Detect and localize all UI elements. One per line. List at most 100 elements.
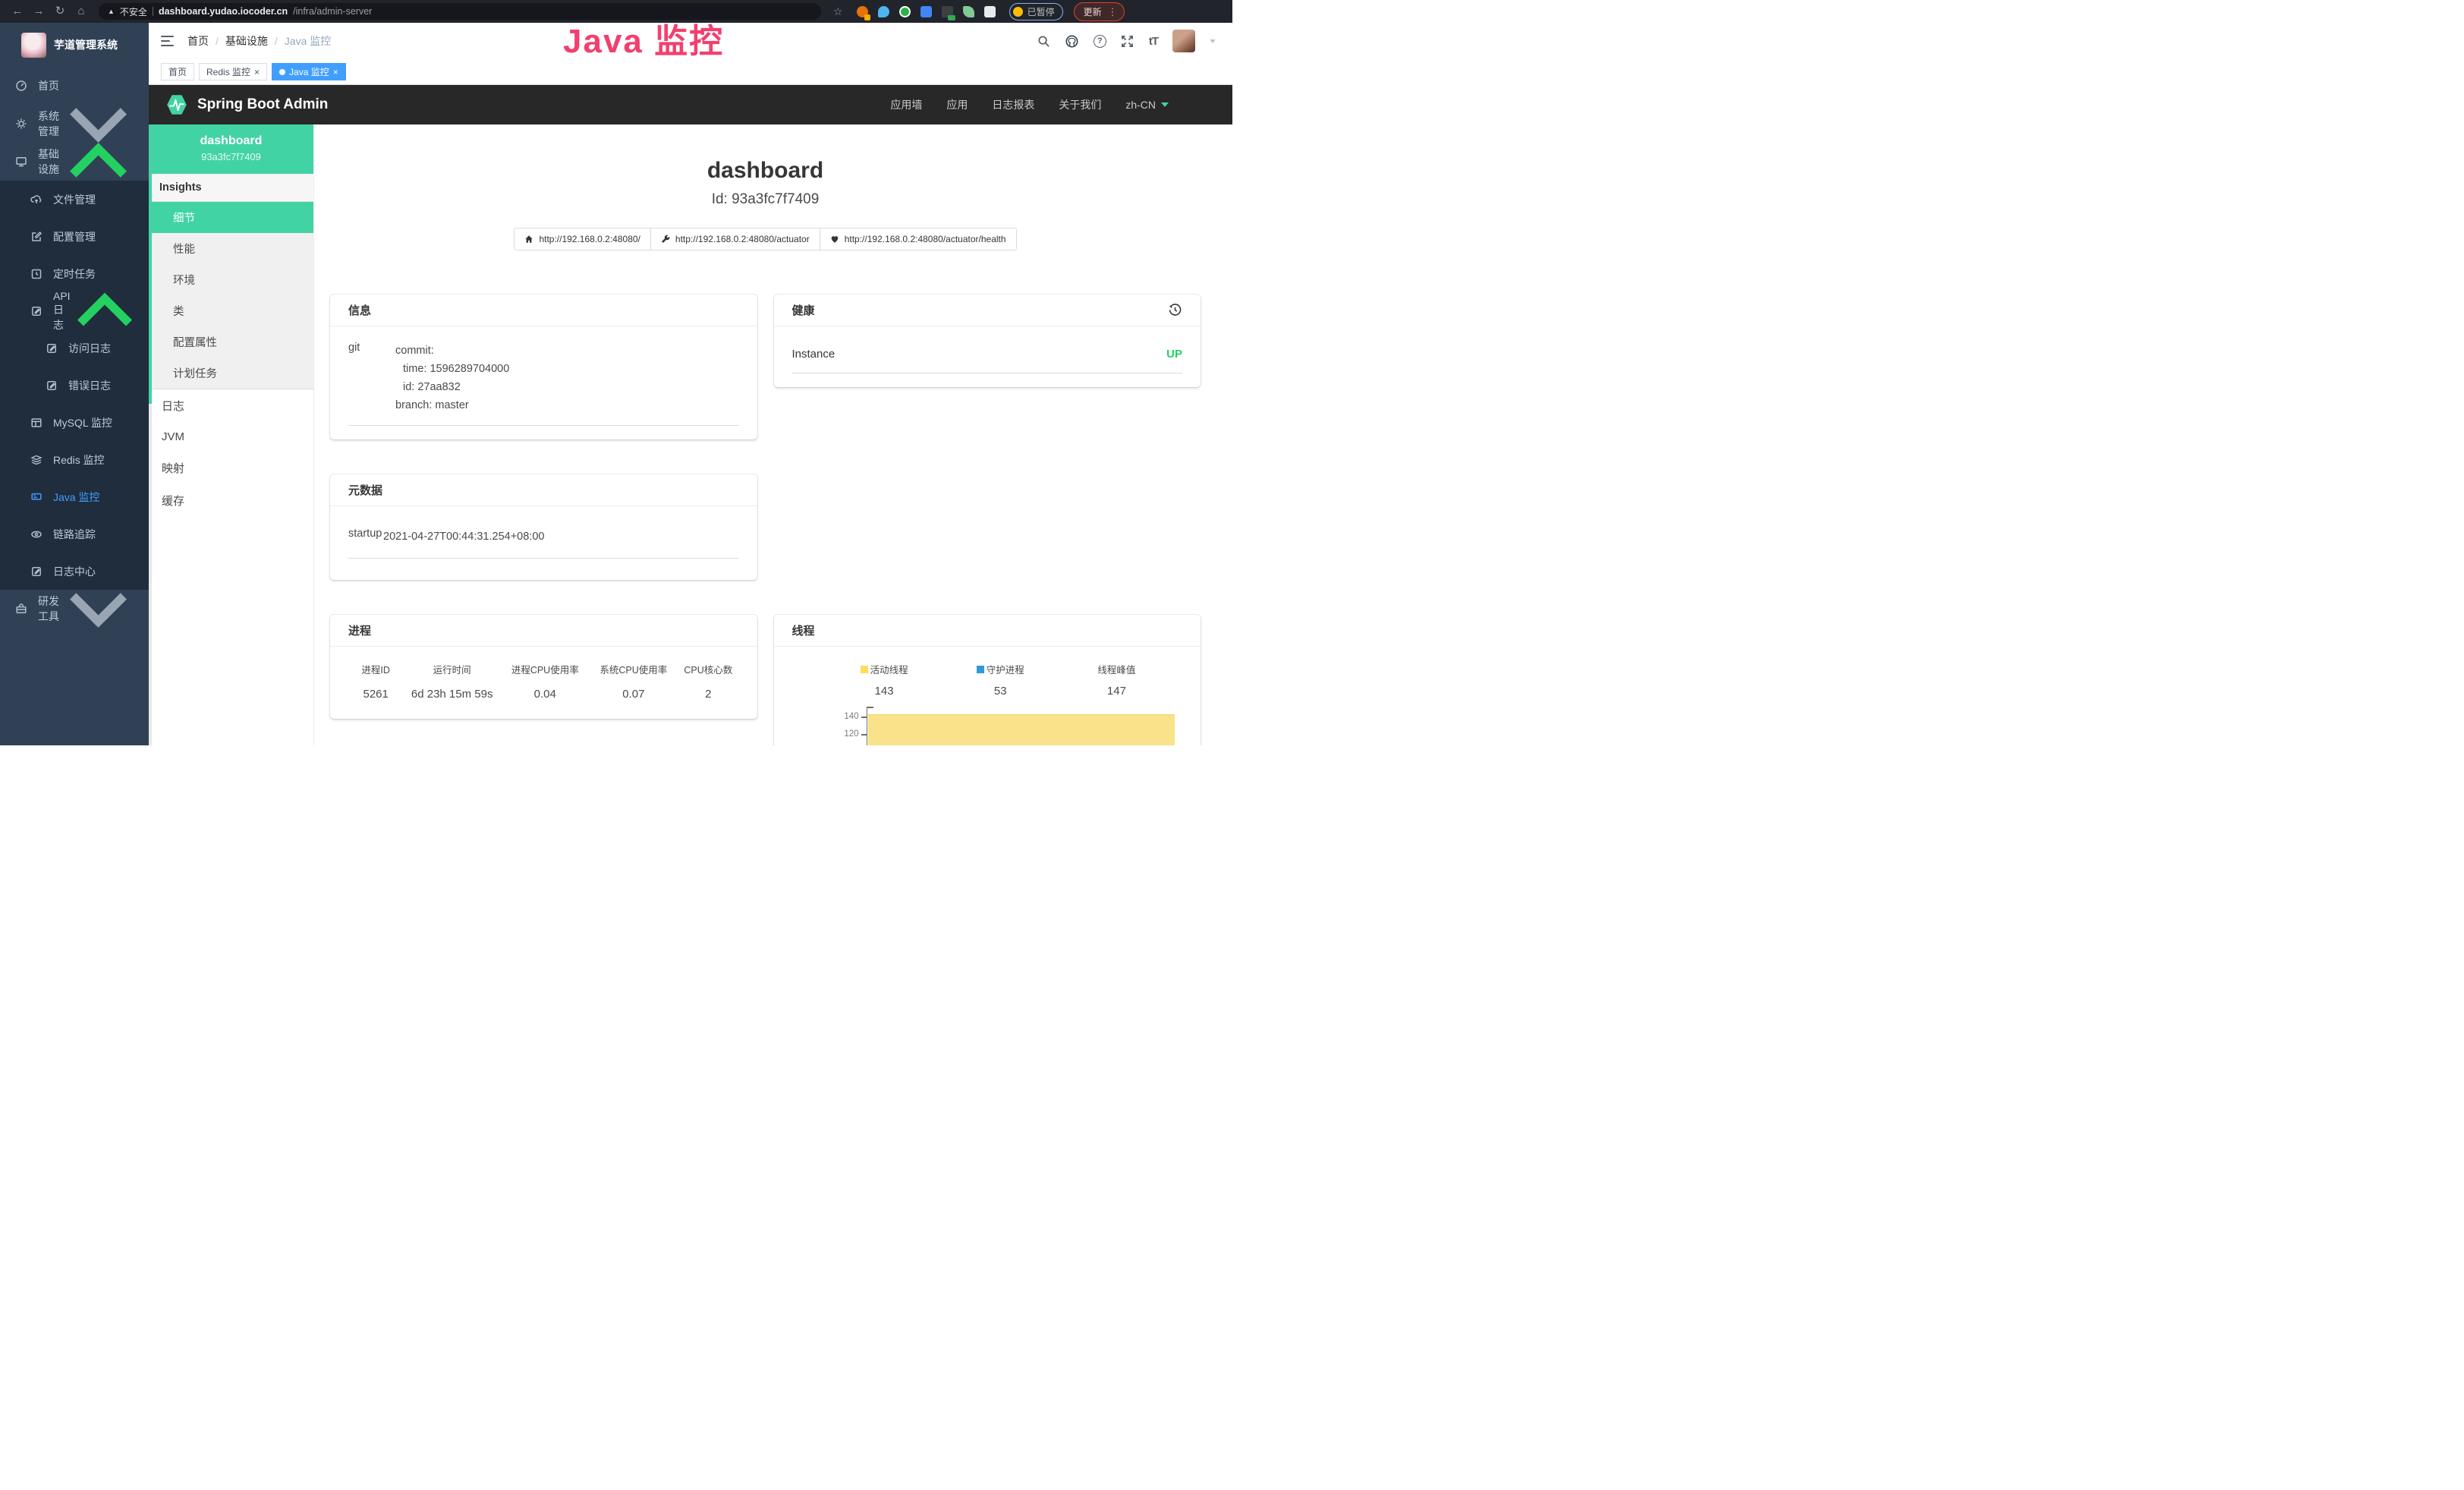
security-label: 不安全 [120, 5, 147, 18]
sba-sidebar-section-insights: Insights [149, 174, 313, 202]
breadcrumb: 首页 / 基础设施 / Java 监控 [187, 33, 331, 49]
sba-item-classes[interactable]: 类 [149, 295, 313, 326]
sidebar-item-redis-monitor[interactable]: Redis 监控 [0, 441, 149, 478]
header-actions: ? tT [1037, 30, 1216, 52]
sidebar-item-jobs[interactable]: 定时任务 [0, 255, 149, 292]
extension-icon[interactable] [857, 6, 868, 17]
sidebar-item-log-center[interactable]: 日志中心 [0, 553, 149, 590]
sba-brand-title: Spring Boot Admin [197, 96, 328, 113]
sba-item-scheduled-tasks[interactable]: 计划任务 [149, 358, 313, 389]
browser-update-button[interactable]: 更新 ⋮ [1074, 2, 1125, 21]
instance-header[interactable]: dashboard 93a3fc7f7409 [149, 124, 313, 174]
sidebar-item-java-monitor[interactable]: Java 监控 [0, 478, 149, 515]
tab-java-monitor[interactable]: Java 监控 × [272, 63, 346, 80]
sba-language-select[interactable]: zh-CN [1125, 99, 1169, 111]
cards-grid: 信息 git commit: time: 1596289704000 id: 2… [330, 295, 1201, 745]
sba-item-details[interactable]: 细节 [149, 202, 313, 233]
sba-item-metrics[interactable]: 性能 [149, 233, 313, 264]
threads-chart: 140 120 100 [792, 707, 1183, 745]
extension-icon[interactable] [963, 6, 974, 17]
sba-item-config-props[interactable]: 配置属性 [149, 326, 313, 358]
chevron-down-icon[interactable] [1210, 39, 1216, 43]
table-row: Instance UP [792, 348, 1183, 373]
fullscreen-icon[interactable] [1121, 34, 1134, 48]
service-url-button[interactable]: http://192.168.0.2:48080/ [514, 228, 650, 250]
gear-icon [15, 118, 27, 130]
sidebar-item-system[interactable]: 系统管理 [0, 105, 149, 143]
close-icon[interactable]: × [254, 68, 260, 77]
sidebar-item-api-log[interactable]: API 日志 [0, 292, 149, 329]
sba-nav-wallboard[interactable]: 应用墙 [890, 97, 922, 112]
sba-item-mappings[interactable]: 映射 [149, 452, 313, 484]
wrench-icon [661, 235, 670, 244]
legend-square-yellow [861, 666, 868, 673]
breadcrumb-home[interactable]: 首页 [187, 33, 209, 49]
url-host: dashboard.yudao.iocoder.cn [159, 6, 288, 17]
sidebar-item-devtools[interactable]: 研发工具 [0, 590, 149, 628]
monitor-icon [15, 156, 27, 168]
sba-item-jvm[interactable]: JVM [149, 422, 313, 452]
threads-card: 线程 活动线程 143 守护进程 [774, 615, 1201, 745]
legend-square-blue [977, 666, 984, 673]
url-path: /infra/admin-server [293, 6, 372, 17]
extension-icon[interactable] [984, 6, 996, 17]
sidebar-item-mysql-monitor[interactable]: MySQL 监控 [0, 404, 149, 441]
breadcrumb-current: Java 监控 [285, 33, 331, 49]
avatar[interactable] [1172, 30, 1195, 52]
health-card: 健康 Instance UP [774, 295, 1201, 387]
browser-menu-icon[interactable]: ⋮ [1108, 7, 1118, 17]
browser-home-button[interactable]: ⌂ [71, 0, 91, 23]
app-header: 首页 / 基础设施 / Java 监控 ? tT [149, 23, 1232, 59]
sba-item-caches[interactable]: 缓存 [149, 484, 313, 517]
sba-nav-about[interactable]: 关于我们 [1059, 97, 1101, 112]
help-icon[interactable]: ? [1094, 35, 1106, 48]
dashboard-icon [15, 80, 27, 92]
sidebar-item-files[interactable]: 文件管理 [0, 181, 149, 218]
extension-icon[interactable] [942, 6, 953, 17]
reload-button[interactable]: ↻ [50, 0, 70, 23]
address-bar[interactable]: ▲ 不安全 dashboard.yudao.iocoder.cn/infra/a… [99, 3, 821, 20]
tab-redis-monitor[interactable]: Redis 监控 × [199, 63, 267, 80]
sidebar-item-error-log[interactable]: 错误日志 [0, 367, 149, 404]
sba-content: dashboard Id: 93a3fc7f7409 http://192.16… [314, 124, 1232, 745]
hamburger-icon[interactable] [161, 36, 174, 46]
sidebar-item-access-log[interactable]: 访问日志 [0, 329, 149, 367]
log-edit-icon [46, 342, 58, 354]
sba-nav-applications[interactable]: 应用 [946, 97, 968, 112]
table-icon [30, 417, 42, 429]
extension-icon[interactable] [899, 6, 911, 17]
chevron-up-icon [61, 143, 135, 181]
forward-button[interactable]: → [29, 0, 49, 23]
timer-icon [30, 268, 42, 280]
actuator-url-button[interactable]: http://192.168.0.2:48080/actuator [650, 228, 820, 250]
sba-item-logs[interactable]: 日志 [149, 389, 313, 422]
chevron-down-icon [61, 105, 135, 143]
history-icon[interactable] [1168, 303, 1182, 317]
sba-item-environment[interactable]: 环境 [149, 264, 313, 295]
bookmark-star-icon[interactable]: ☆ [833, 5, 843, 18]
sba-nav-journal[interactable]: 日志报表 [992, 97, 1034, 112]
paused-badge[interactable]: 已暂停 [1009, 3, 1063, 20]
scrollbar-thumb[interactable] [149, 124, 152, 404]
extension-icon[interactable] [920, 6, 932, 17]
sidebar-item-tracing[interactable]: 链路追踪 [0, 515, 149, 553]
chevron-up-icon [74, 292, 135, 329]
back-button[interactable]: ← [8, 0, 27, 23]
close-icon[interactable]: × [333, 68, 338, 77]
font-size-icon[interactable]: tT [1149, 35, 1158, 48]
github-icon[interactable] [1065, 34, 1079, 48]
process-card: 进程 进程ID5261 运行时间6d 23h 15m 59s 进程CPU使用率0… [330, 615, 757, 719]
chevron-down-icon [1161, 102, 1169, 107]
breadcrumb-infra[interactable]: 基础设施 [225, 33, 268, 49]
search-icon[interactable] [1037, 34, 1051, 48]
health-url-button[interactable]: http://192.168.0.2:48080/actuator/health [820, 228, 1017, 250]
page-subtitle: Id: 93a3fc7f7409 [330, 191, 1201, 208]
sidebar-item-config[interactable]: 配置管理 [0, 218, 149, 255]
eye-icon [30, 528, 42, 540]
tab-home[interactable]: 首页 [161, 63, 194, 80]
extension-icon[interactable] [878, 6, 889, 17]
sidebar: 芋道管理系统 首页 系统管理 基础设施 [0, 23, 149, 745]
sidebar-item-home[interactable]: 首页 [0, 67, 149, 105]
card-title: 线程 [792, 622, 815, 638]
sidebar-item-infra[interactable]: 基础设施 [0, 143, 149, 181]
